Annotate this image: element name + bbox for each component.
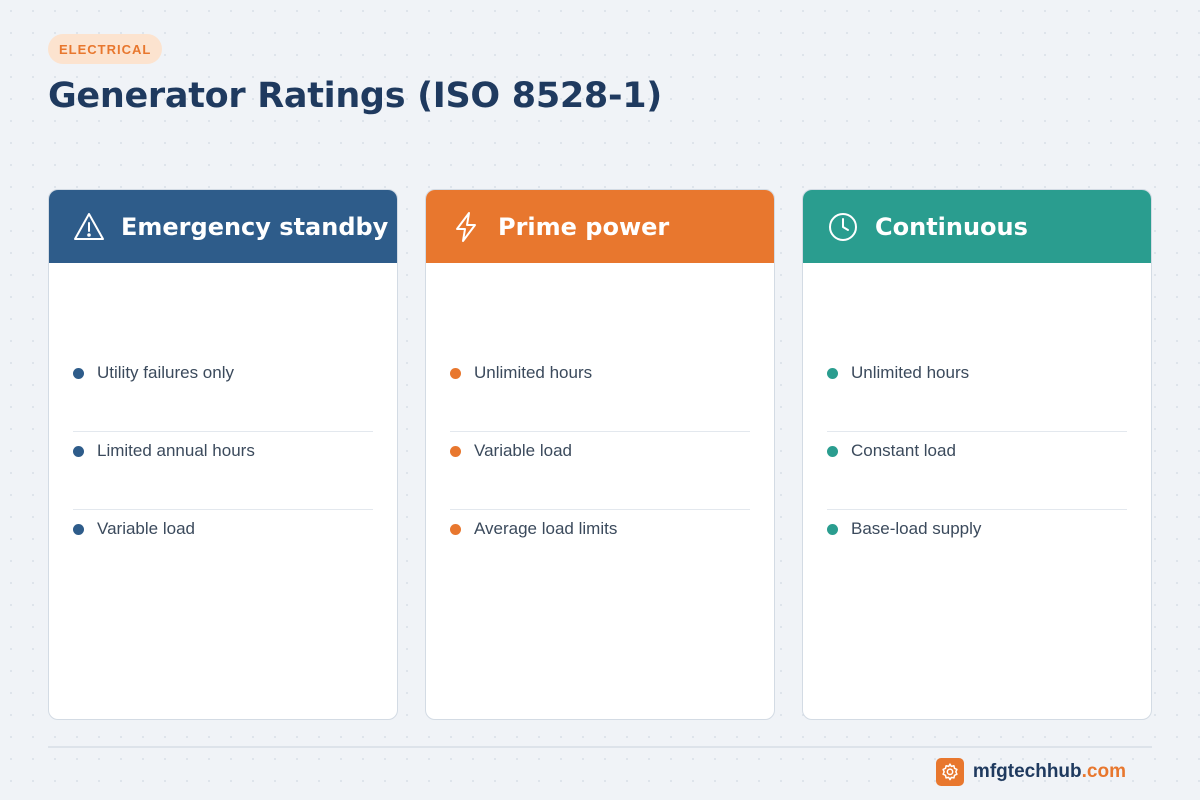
card-item-list: Unlimited hours Variable load Average lo…: [450, 263, 750, 588]
clock-icon: [827, 211, 859, 243]
brand[interactable]: mfgtechhub.com: [935, 758, 1126, 786]
card-title: Emergency standby: [121, 212, 389, 241]
card-prime-power: Prime power Unlimited hours Variable loa…: [425, 189, 775, 720]
list-item: Limited annual hours: [73, 432, 373, 510]
bullet-dot: [827, 368, 838, 379]
card-item-list: Utility failures only Limited annual hou…: [73, 263, 373, 588]
page-title: Generator Ratings (ISO 8528-1): [48, 76, 662, 116]
brand-name: mfgtechhub.com: [972, 761, 1126, 782]
list-item: Base-load supply: [827, 510, 1127, 588]
list-item: Variable load: [73, 510, 373, 588]
list-item: Utility failures only: [73, 354, 373, 432]
category-badge: ELECTRICAL: [48, 34, 163, 64]
item-text: Limited annual hours: [97, 441, 255, 460]
bullet-dot: [450, 446, 461, 457]
bullet-dot: [73, 524, 84, 535]
bullet-dot: [827, 446, 838, 457]
card-header: Continuous: [803, 190, 1151, 263]
warning-triangle-icon: [73, 211, 105, 243]
card-title: Prime power: [498, 212, 670, 241]
footer-divider: [48, 746, 1152, 748]
lightning-bolt-icon: [450, 211, 482, 243]
card-emergency-standby: Emergency standby Utility failures only …: [48, 189, 398, 720]
brand-tld: .com: [1081, 761, 1126, 782]
bullet-dot: [450, 524, 461, 535]
bullet-dot: [73, 446, 84, 457]
list-item: Average load limits: [450, 510, 750, 588]
gear-icon: [935, 758, 964, 786]
bullet-dot: [827, 524, 838, 535]
card-header: Emergency standby: [49, 190, 397, 263]
item-text: Average load limits: [474, 519, 618, 538]
card-item-list: Unlimited hours Constant load Base-load …: [827, 263, 1127, 588]
list-item: Variable load: [450, 432, 750, 510]
list-item: Unlimited hours: [450, 354, 750, 432]
card-header: Prime power: [426, 190, 774, 263]
item-text: Base-load supply: [851, 519, 982, 538]
bullet-dot: [450, 368, 461, 379]
item-text: Utility failures only: [97, 363, 234, 382]
item-text: Variable load: [474, 441, 572, 460]
list-item: Unlimited hours: [827, 354, 1127, 432]
item-text: Variable load: [97, 519, 195, 538]
bullet-dot: [73, 368, 84, 379]
card-continuous: Continuous Unlimited hours Constant load…: [802, 189, 1152, 720]
card-title: Continuous: [875, 212, 1028, 241]
item-text: Unlimited hours: [474, 363, 593, 382]
item-text: Constant load: [851, 441, 956, 460]
list-item: Constant load: [827, 432, 1127, 510]
item-text: Unlimited hours: [851, 363, 970, 382]
